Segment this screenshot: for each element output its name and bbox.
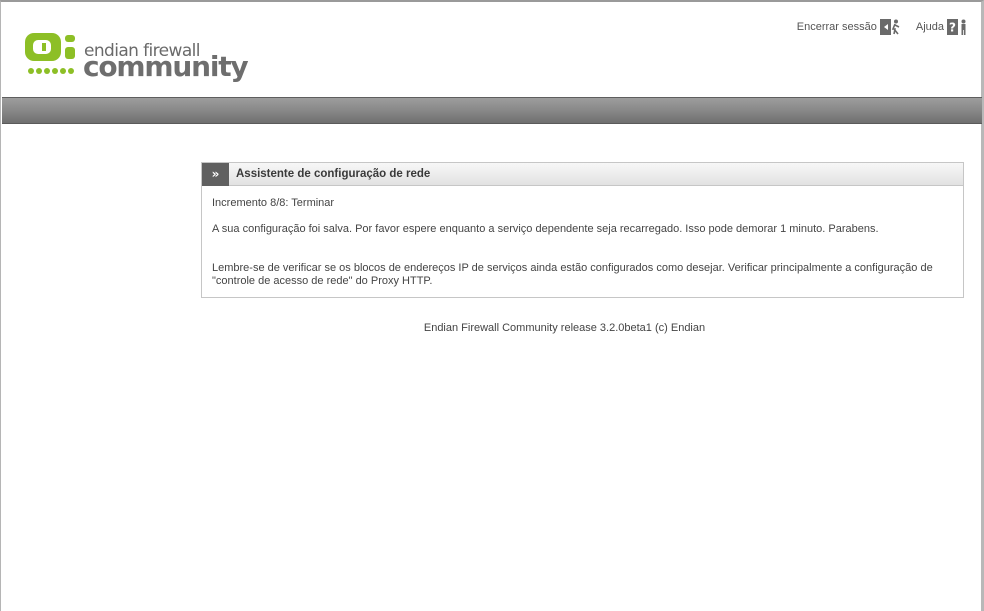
panel-collapse-toggle[interactable]: » [202, 162, 229, 186]
help-link[interactable]: Ajuda ? [916, 19, 969, 35]
release-footer: Endian Firewall Community release 3.2.0b… [423, 322, 706, 334]
wizard-step-text: Incremento 8/8: Terminar [212, 197, 335, 209]
reminder-message: Lembre-se de verificar se os blocos de e… [212, 262, 933, 287]
endian-logo-icon [25, 33, 75, 74]
endian-logo[interactable]: endian firewall community [23, 31, 249, 87]
logo-text-community: community [83, 50, 249, 83]
svg-text:?: ? [949, 21, 956, 35]
main-menu-bar [2, 97, 982, 124]
logout-label: Encerrar sessão [796, 21, 877, 33]
panel-header: » Assistente de configuração de rede [202, 162, 963, 186]
header-links: Encerrar sessão Ajuda ? [797, 17, 969, 37]
help-label: Ajuda [915, 21, 944, 33]
app-window: endian firewall community Encerrar sessã… [0, 0, 984, 611]
panel-body: Incremento 8/8: Terminar A sua configura… [202, 186, 963, 288]
panel-title: Assistente de configuração de rede [236, 168, 431, 180]
help-question-icon: ? [947, 19, 966, 35]
saved-message: A sua configuração foi salva. Por favor … [212, 223, 879, 235]
logout-exit-icon [879, 19, 900, 35]
logout-link[interactable]: Encerrar sessão [797, 19, 902, 35]
network-wizard-panel: » Assistente de configuração de rede Inc… [201, 162, 964, 298]
